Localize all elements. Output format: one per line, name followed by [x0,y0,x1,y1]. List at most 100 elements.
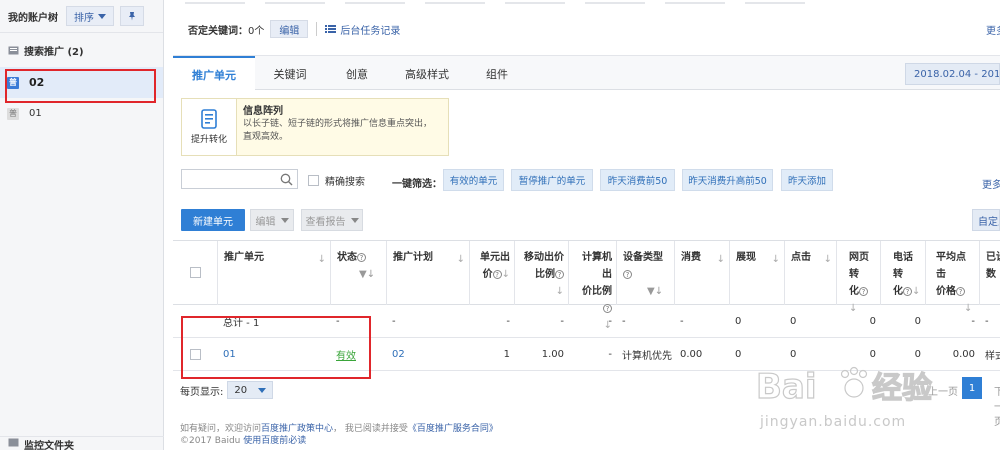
row-mobile-ratio[interactable]: 1.00 [515,338,569,371]
table-row[interactable]: 01 有效 02 1 1.00 - 计算机优先 0.00 0 0 0 0 0.0… [173,338,1000,371]
pin-button[interactable] [120,6,144,26]
row-cost: 0.00 [680,349,703,360]
view-report-dropdown-button[interactable]: 查看报告 [301,209,363,231]
per-page-select[interactable]: 20 [227,381,274,399]
more-filters-link[interactable]: 更多 [982,176,1000,191]
negative-keywords-row: 否定关键词： 0个 编辑 后台任务记录 [188,20,400,38]
select-all-checkbox[interactable] [190,267,201,278]
list-icon [325,25,337,33]
edit-dropdown-button[interactable]: 编辑 [250,209,294,231]
unit-search-input[interactable] [181,169,298,189]
row-set: 样式 [985,351,1000,362]
header-phone-conv-label-1: 电话转 [893,252,913,280]
header-status[interactable]: 状态? ▼↓ [331,241,387,305]
sidebar-item-plan-02[interactable]: 普 02 [0,67,163,98]
customize-columns-button[interactable]: 自定义列 [972,209,1000,231]
status-badge[interactable]: 有效 [336,347,356,362]
footer-accept-text: ， 我已阅读并接受 [333,424,408,434]
header-clicks-label: 点击 [791,252,811,263]
sidebar-monitor-folder[interactable]: 监控文件夹 [0,436,164,450]
total-unit: 总计 - 1 [223,318,260,329]
header-mobile-bid-ratio[interactable]: 移动出价 比例? ↓ [515,241,569,305]
info-array-card[interactable]: 提升转化 信息阵列 以长子链、短子链的形式将推广信息重点突出， 直观高效。 [181,98,449,156]
help-icon[interactable]: ? [859,286,868,296]
sort-label: 排序 [74,12,94,24]
exact-search-label: 精确搜索 [325,177,365,188]
help-icon[interactable]: ? [555,269,564,279]
page-number-current[interactable]: 1 [962,377,982,399]
task-log-link[interactable]: 后台任务记录 [325,22,400,37]
header-clicks[interactable]: 点击 ↓ [785,241,837,305]
sidebar-section-search-promo[interactable]: 搜索推广 (2) [0,33,163,67]
help-icon[interactable]: ? [956,286,965,296]
header-mobile-label-1: 移动出价 [524,252,564,263]
must-read-link[interactable]: 使用百度前必读 [243,436,306,446]
total-cost: - [680,316,684,327]
header-impressions[interactable]: 展现 ↓ [730,241,785,305]
header-avg-cpc[interactable]: 平均点击 价格? ↓ [926,241,980,314]
header-unit[interactable]: 推广单元 ↓ [218,241,331,305]
row-clicks: 0 [790,349,797,360]
edit-negative-keywords-button[interactable]: 编辑 [270,20,309,38]
filter-chip-added-yesterday[interactable]: 昨天添加 [781,169,833,191]
sidebar-item-plan-01[interactable]: 普 01 [0,98,163,129]
policy-center-link[interactable]: 百度推广政策中心 [261,424,333,434]
table-total-row: 总计 - 1 - - - - - - - 0 0 0 0 - - [173,305,1000,338]
row-phone-conv: 0 [914,349,921,360]
tab-keywords[interactable]: 关键词 [255,56,325,91]
date-range-picker[interactable]: 2018.02.04 - 2018.02.10 [905,63,1000,85]
chevron-down-icon [280,217,289,223]
row-unit-bid[interactable]: 1 [470,338,515,371]
filter-chip-paused-units[interactable]: 暂停推广的单元 [511,169,593,191]
info-card-desc-2: 直观高效。 [243,132,289,142]
row-avg-cpc: 0.00 [952,349,975,360]
tab-units[interactable]: 推广单元 [173,56,255,92]
header-device-type[interactable]: 设备类型? ▼↓ [617,241,675,305]
exact-search-checkbox[interactable] [308,175,319,186]
negative-keywords-count: 0个 [248,25,265,37]
tab-components[interactable]: 组件 [465,56,529,91]
sidebar-header: 我的账户树 排序 [0,0,163,33]
prev-page-button[interactable]: 上一页 [928,383,958,398]
row-unit-link[interactable]: 01 [218,338,331,371]
header-cost-label: 消费 [681,252,701,263]
tab-creatives[interactable]: 创意 [325,56,389,91]
help-icon[interactable]: ? [492,269,502,279]
header-web-conversion[interactable]: 网页转 化 ?↓ [837,241,881,314]
filter-chip-top50-cost-increase[interactable]: 昨天消费升高前50 [682,169,773,191]
total-web-conv: 0 [869,316,876,327]
filter-chip-top50-cost[interactable]: 昨天消费前50 [600,169,675,191]
filter-icon[interactable]: ▼↓ [623,286,663,297]
page-footer: 如有疑问，欢迎访问百度推广政策中心， 我已阅读并接受《百度推广服务合同》 ©20… [180,423,498,447]
tabs-bar: 推广单元 关键词 创意 高级样式 组件 2018.02.04 - 2018.02… [173,55,1000,92]
total-set: - [985,316,989,327]
help-icon[interactable]: ? [903,286,912,296]
header-unit-label: 推广单元 [224,252,264,263]
header-phone-conversion[interactable]: 电话转 化? ↓ [881,241,926,305]
row-plan-link[interactable]: 02 [387,338,470,371]
header-pc-label-2: 价比例 [582,286,612,297]
filter-icon[interactable]: ▼↓ [337,269,375,280]
tab-advanced-styles[interactable]: 高级样式 [389,56,465,91]
new-unit-button[interactable]: 新建单元 [181,209,245,231]
total-impressions: 0 [735,316,742,327]
help-icon[interactable]: ? [357,252,366,262]
sort-button[interactable]: 排序 [66,6,114,26]
help-icon[interactable]: ? [623,269,632,279]
row-pc-ratio[interactable]: - [569,338,617,371]
row-checkbox[interactable] [190,349,201,360]
header-set-count[interactable]: 已设 数 [980,241,1000,305]
header-pc-bid-ratio[interactable]: 计算机出 价比例? ↓ [569,241,617,331]
per-page-value: 20 [234,384,248,396]
chevron-down-icon [98,13,106,19]
exact-search-option[interactable]: 精确搜索 [308,173,365,188]
header-plan[interactable]: 推广计划 ↓ [387,241,470,305]
plan-badge-icon: 普 [7,107,19,120]
service-contract-link[interactable]: 《百度推广服务合同》 [408,424,498,434]
top-more-link[interactable]: 更多 [986,22,1000,37]
filter-chip-active-units[interactable]: 有效的单元 [443,169,504,191]
header-unit-bid[interactable]: 单元出 价? ↓ [470,241,515,305]
watermark-url: jingyan.baidu.com [760,414,907,430]
header-cost[interactable]: 消费 ↓ [675,241,730,305]
next-page-button[interactable]: 下一页 [994,383,1000,428]
